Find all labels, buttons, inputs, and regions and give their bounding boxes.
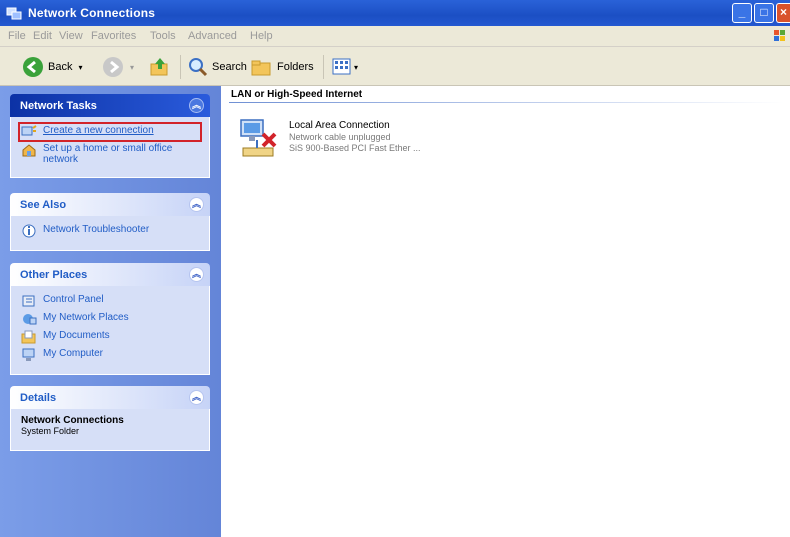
other-places-header[interactable]: Other Places ︽	[10, 263, 210, 286]
close-icon: ×	[779, 5, 787, 19]
other-places-panel: Other Places ︽ Control Panel My Network …	[10, 263, 210, 375]
my-computer-link[interactable]: My Computer	[21, 348, 199, 362]
views-button[interactable]: ▾	[331, 56, 358, 78]
menu-tools[interactable]: Tools	[150, 30, 176, 42]
collapse-chevron-icon[interactable]: ︽	[189, 197, 204, 212]
back-arrow-icon	[23, 57, 43, 77]
troubleshooter-icon	[22, 224, 36, 238]
minimize-icon: _	[738, 5, 746, 19]
documents-folder-icon	[21, 330, 36, 344]
network-places-icon	[23, 314, 37, 325]
back-dropdown-icon[interactable]: ▾	[78, 63, 82, 72]
maximize-button[interactable]: □	[754, 3, 774, 23]
window-title: Network Connections	[28, 6, 156, 20]
see-also-title: See Also	[20, 199, 67, 211]
toolbar-separator	[180, 55, 181, 79]
search-button[interactable]: Search	[187, 56, 247, 78]
connection-status: Network cable unplugged	[289, 132, 391, 142]
menu-view[interactable]: View	[59, 30, 83, 42]
control-panel-label: Control Panel	[43, 294, 104, 305]
network-connections-icon	[6, 7, 22, 20]
menu-help[interactable]: Help	[250, 30, 273, 42]
network-troubleshooter-link[interactable]: Network Troubleshooter	[21, 224, 199, 238]
details-folder-name: Network Connections	[21, 415, 124, 426]
home-network-link[interactable]: Set up a home or small office network	[21, 143, 199, 165]
network-tasks-panel: Network Tasks ︽ Create a new connection …	[10, 94, 210, 178]
control-panel-link[interactable]: Control Panel	[21, 294, 199, 308]
menu-favorites[interactable]: Favorites	[91, 30, 136, 42]
details-folder-type: System Folder	[21, 426, 80, 436]
content-area: LAN or High-Speed Internet Local Area Co…	[221, 86, 790, 537]
my-network-places-label: My Network Places	[43, 312, 129, 323]
back-button[interactable]: Back ▾	[22, 56, 82, 78]
details-header[interactable]: Details ︽	[10, 386, 210, 409]
home-network-icon	[22, 144, 36, 157]
see-also-panel: See Also ︽ Network Troubleshooter	[10, 193, 210, 251]
toolbar-separator	[323, 55, 324, 79]
see-also-header[interactable]: See Also ︽	[10, 193, 210, 216]
folders-button[interactable]: Folders	[250, 56, 314, 78]
menu-bar: File Edit View Favorites Tools Advanced …	[0, 26, 790, 47]
folders-icon	[251, 60, 271, 76]
my-documents-label: My Documents	[43, 330, 110, 341]
collapse-chevron-icon[interactable]: ︽	[189, 267, 204, 282]
collapse-chevron-icon[interactable]: ︽	[189, 390, 204, 405]
details-body: Network Connections System Folder	[10, 409, 210, 451]
local-area-connection-item[interactable]: Local Area Connection Network cable unpl…	[237, 116, 497, 166]
my-documents-link[interactable]: My Documents	[21, 330, 199, 344]
connection-device: SiS 900-Based PCI Fast Ether ...	[289, 143, 421, 153]
title-bar: Network Connections _ □ ×	[0, 0, 790, 26]
up-folder-icon	[150, 58, 168, 76]
computer-icon	[22, 348, 35, 361]
my-computer-label: My Computer	[43, 348, 104, 359]
views-grid-icon	[332, 58, 351, 75]
create-new-connection-label: Create a new connection	[43, 125, 154, 136]
views-dropdown-icon: ▾	[354, 62, 359, 72]
minimize-button[interactable]: _	[732, 3, 752, 23]
close-button[interactable]: ×	[776, 3, 790, 23]
search-label: Search	[212, 61, 247, 73]
network-troubleshooter-label: Network Troubleshooter	[43, 224, 150, 235]
details-title: Details	[20, 392, 57, 404]
task-pane: Network Tasks ︽ Create a new connection …	[0, 86, 221, 537]
menu-advanced[interactable]: Advanced	[188, 30, 237, 42]
details-panel: Details ︽ Network Connections System Fol…	[10, 386, 210, 451]
network-tasks-body: Create a new connection Set up a home or…	[10, 117, 210, 178]
other-places-title: Other Places	[20, 269, 88, 281]
create-new-connection-link[interactable]: Create a new connection	[18, 122, 202, 142]
collapse-chevron-icon[interactable]: ︽	[189, 98, 204, 113]
see-also-body: Network Troubleshooter	[10, 216, 210, 251]
up-folder-button[interactable]	[149, 56, 171, 78]
home-network-label: Set up a home or small office network	[43, 143, 173, 165]
my-network-places-link[interactable]: My Network Places	[21, 312, 199, 326]
maximize-icon: □	[760, 5, 768, 19]
windows-logo-icon	[768, 26, 790, 46]
menu-file[interactable]: File	[8, 30, 26, 42]
forward-button[interactable]: ▾	[102, 56, 134, 78]
toolbar: Back ▾ ▾ Search Folders ▾	[0, 47, 790, 86]
group-header: LAN or High-Speed Internet	[231, 89, 363, 100]
forward-dropdown-icon[interactable]: ▾	[130, 63, 134, 72]
forward-arrow-icon	[103, 57, 123, 77]
network-tasks-header[interactable]: Network Tasks ︽	[10, 94, 210, 117]
group-divider	[229, 102, 784, 103]
other-places-body: Control Panel My Network Places My Docum…	[10, 286, 210, 375]
folders-label: Folders	[277, 61, 314, 73]
connection-name: Local Area Connection	[289, 120, 390, 131]
lan-connection-icon	[240, 119, 277, 157]
search-icon	[189, 58, 208, 77]
menu-edit[interactable]: Edit	[33, 30, 52, 42]
back-label: Back	[48, 61, 73, 73]
network-tasks-title: Network Tasks	[20, 100, 97, 112]
control-panel-icon	[22, 295, 35, 307]
new-connection-icon	[21, 125, 37, 136]
